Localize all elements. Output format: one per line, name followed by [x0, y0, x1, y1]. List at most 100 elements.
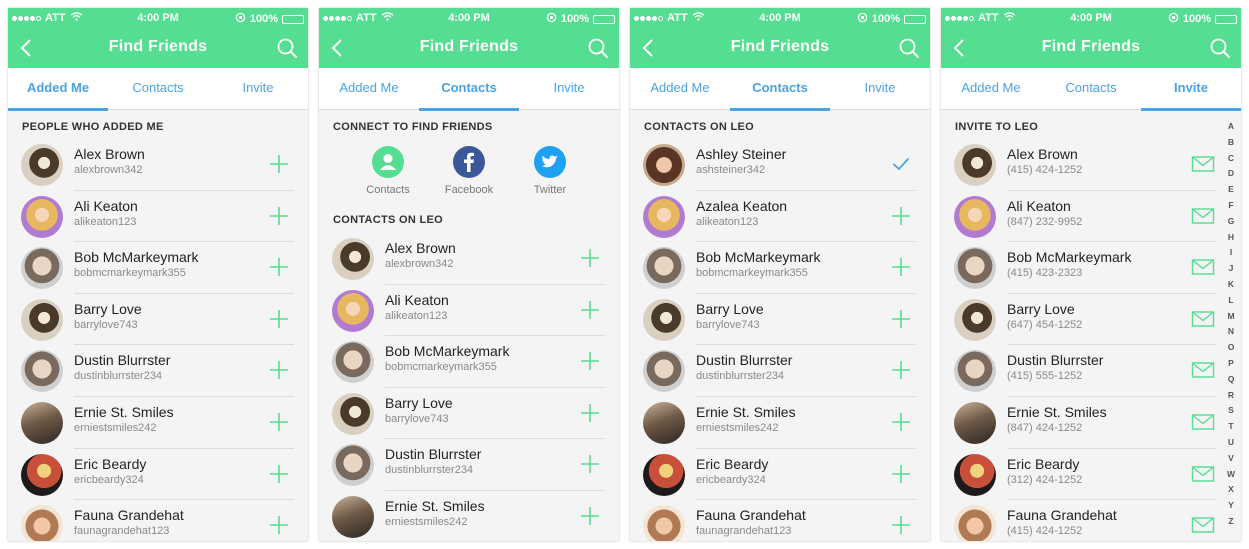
- list-item[interactable]: Eric Beardy ericbeardy324: [630, 449, 930, 501]
- list-item[interactable]: Barry Love barrylove743: [8, 294, 308, 346]
- plus-icon[interactable]: [579, 505, 601, 527]
- tab-added-me[interactable]: Added Me: [630, 68, 730, 110]
- index-letter[interactable]: A: [1224, 119, 1238, 135]
- mail-icon[interactable]: [1191, 359, 1215, 381]
- plus-icon[interactable]: [268, 411, 290, 433]
- index-letter[interactable]: Y: [1224, 498, 1238, 514]
- list-item[interactable]: Bob McMarkeymark bobmcmarkeymark355: [319, 336, 619, 388]
- plus-icon[interactable]: [890, 308, 912, 330]
- mail-icon[interactable]: [1191, 256, 1215, 278]
- list-item[interactable]: Dustin Blurrster dustinblurrster234: [8, 345, 308, 397]
- index-letter[interactable]: E: [1224, 182, 1238, 198]
- index-letter[interactable]: R: [1224, 388, 1238, 404]
- plus-icon[interactable]: [579, 453, 601, 475]
- index-letter[interactable]: D: [1224, 166, 1238, 182]
- list-item[interactable]: Barry Love (647) 454-1252: [941, 294, 1241, 346]
- index-letter[interactable]: L: [1224, 293, 1238, 309]
- list-item[interactable]: Alex Brown alexbrown342: [8, 139, 308, 191]
- index-letter[interactable]: C: [1224, 151, 1238, 167]
- plus-icon[interactable]: [579, 299, 601, 321]
- index-letter[interactable]: J: [1224, 261, 1238, 277]
- list-item[interactable]: Ali Keaton alikeaton123: [8, 191, 308, 243]
- tab-added-me[interactable]: Added Me: [941, 68, 1041, 110]
- search-icon[interactable]: [1209, 37, 1231, 59]
- list-item[interactable]: Bob McMarkeymark bobmcmarkeymark355: [8, 242, 308, 294]
- list-item[interactable]: Dustin Blurrster dustinblurrster234: [319, 439, 619, 491]
- list-item[interactable]: Eric Beardy ericbeardy324: [8, 449, 308, 501]
- list-item[interactable]: Barry Love barrylove743: [319, 388, 619, 440]
- list-item[interactable]: Fauna Grandehat faunagrandehat123: [8, 500, 308, 541]
- index-letter[interactable]: O: [1224, 340, 1238, 356]
- plus-icon[interactable]: [268, 256, 290, 278]
- index-letter[interactable]: I: [1224, 245, 1238, 261]
- tab-contacts[interactable]: Contacts: [730, 68, 830, 111]
- list-item[interactable]: Ali Keaton (847) 232-9952: [941, 191, 1241, 243]
- index-letter[interactable]: P: [1224, 356, 1238, 372]
- plus-icon[interactable]: [890, 463, 912, 485]
- list-item[interactable]: Ernie St. Smiles erniestsmiles242: [319, 491, 619, 541]
- plus-icon[interactable]: [268, 359, 290, 381]
- index-letter[interactable]: K: [1224, 277, 1238, 293]
- connect-facebook-button[interactable]: Facebook: [429, 146, 509, 196]
- index-letter[interactable]: B: [1224, 135, 1238, 151]
- plus-icon[interactable]: [579, 247, 601, 269]
- tab-contacts[interactable]: Contacts: [108, 68, 208, 110]
- plus-icon[interactable]: [268, 205, 290, 227]
- tab-added-me[interactable]: Added Me: [8, 68, 108, 111]
- mail-icon[interactable]: [1191, 153, 1215, 175]
- tab-contacts[interactable]: Contacts: [419, 68, 519, 111]
- index-letter[interactable]: T: [1224, 419, 1238, 435]
- mail-icon[interactable]: [1191, 463, 1215, 485]
- list-item[interactable]: Fauna Grandehat faunagrandehat123: [630, 500, 930, 541]
- index-letter[interactable]: M: [1224, 309, 1238, 325]
- list-item[interactable]: Fauna Grandehat (415) 424-1252: [941, 500, 1241, 541]
- plus-icon[interactable]: [268, 463, 290, 485]
- check-icon[interactable]: [890, 153, 912, 175]
- search-icon[interactable]: [587, 37, 609, 59]
- plus-icon[interactable]: [268, 514, 290, 536]
- index-letter[interactable]: Z: [1224, 514, 1238, 530]
- list-item[interactable]: Alex Brown (415) 424-1252: [941, 139, 1241, 191]
- index-letter[interactable]: G: [1224, 214, 1238, 230]
- plus-icon[interactable]: [890, 359, 912, 381]
- list-item[interactable]: Bob McMarkeymark (415) 423-2323: [941, 242, 1241, 294]
- connect-twitter-button[interactable]: Twitter: [510, 146, 590, 196]
- index-letter[interactable]: V: [1224, 451, 1238, 467]
- list-item[interactable]: Ernie St. Smiles (847) 424-1252: [941, 397, 1241, 449]
- tab-invite[interactable]: Invite: [1141, 68, 1241, 111]
- list-item[interactable]: Ernie St. Smiles erniestsmiles242: [8, 397, 308, 449]
- plus-icon[interactable]: [268, 153, 290, 175]
- index-letter[interactable]: S: [1224, 403, 1238, 419]
- mail-icon[interactable]: [1191, 308, 1215, 330]
- list-item[interactable]: Dustin Blurrster (415) 555-1252: [941, 345, 1241, 397]
- plus-icon[interactable]: [890, 411, 912, 433]
- list-item[interactable]: Eric Beardy (312) 424-1252: [941, 449, 1241, 501]
- search-icon[interactable]: [898, 37, 920, 59]
- plus-icon[interactable]: [268, 308, 290, 330]
- index-letter[interactable]: F: [1224, 198, 1238, 214]
- list-item[interactable]: Bob McMarkeymark bobmcmarkeymark355: [630, 242, 930, 294]
- plus-icon[interactable]: [890, 205, 912, 227]
- search-icon[interactable]: [276, 37, 298, 59]
- mail-icon[interactable]: [1191, 514, 1215, 536]
- plus-icon[interactable]: [890, 514, 912, 536]
- index-letter[interactable]: H: [1224, 230, 1238, 246]
- list-item[interactable]: Ernie St. Smiles erniestsmiles242: [630, 397, 930, 449]
- list-item[interactable]: Barry Love barrylove743: [630, 294, 930, 346]
- index-letter[interactable]: N: [1224, 324, 1238, 340]
- mail-icon[interactable]: [1191, 411, 1215, 433]
- mail-icon[interactable]: [1191, 205, 1215, 227]
- list-item[interactable]: Dustin Blurrster dustinblurrster234: [630, 345, 930, 397]
- plus-icon[interactable]: [579, 402, 601, 424]
- list-item[interactable]: Azalea Keaton alikeaton123: [630, 191, 930, 243]
- alphabet-index[interactable]: ABCDEFGHIJKLMNOPQRSTUVWXYZ: [1224, 119, 1238, 530]
- index-letter[interactable]: X: [1224, 482, 1238, 498]
- tab-invite[interactable]: Invite: [208, 68, 308, 110]
- index-letter[interactable]: U: [1224, 435, 1238, 451]
- plus-icon[interactable]: [890, 256, 912, 278]
- tab-invite[interactable]: Invite: [830, 68, 930, 110]
- index-letter[interactable]: W: [1224, 467, 1238, 483]
- list-item[interactable]: Ali Keaton alikeaton123: [319, 285, 619, 337]
- tab-invite[interactable]: Invite: [519, 68, 619, 110]
- tab-contacts[interactable]: Contacts: [1041, 68, 1141, 110]
